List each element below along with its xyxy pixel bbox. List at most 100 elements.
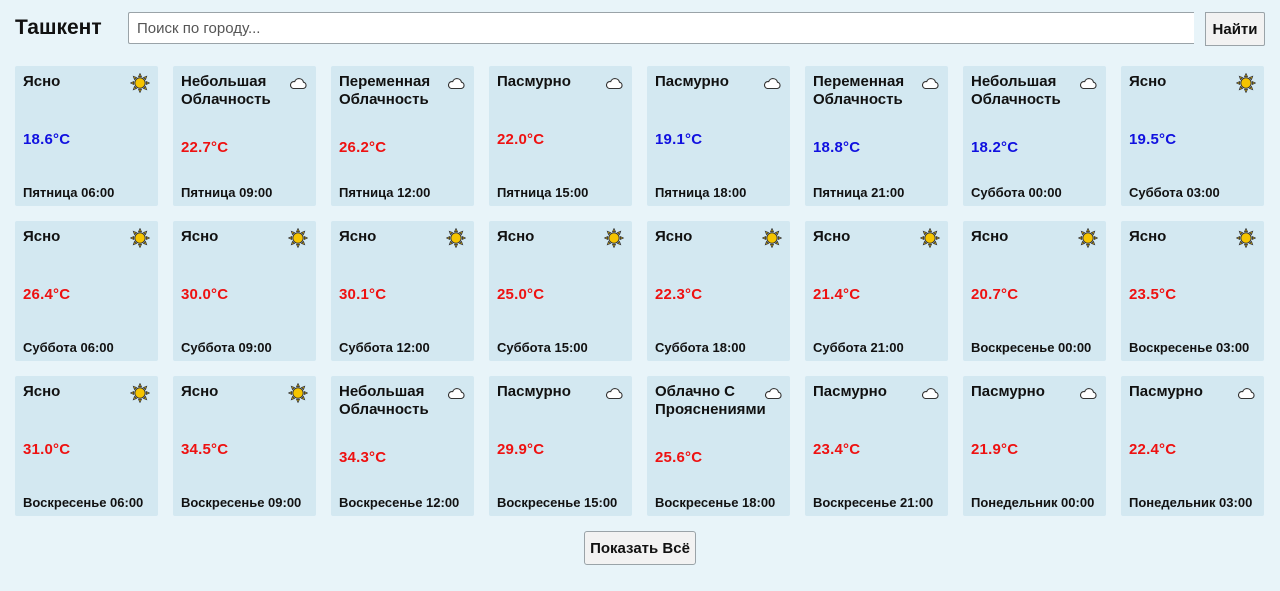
- temperature-value: 30.1°C: [339, 285, 387, 303]
- temperature-value: 19.5°C: [1129, 130, 1177, 148]
- forecast-datetime: Суббота 18:00: [655, 340, 746, 355]
- forecast-card: Пасмурно 22.0°C Пятница 15:00: [489, 66, 632, 206]
- forecast-card: Ясно 34.5°C Воскресенье 09:00: [173, 376, 316, 516]
- temperature-value: 22.3°C: [655, 285, 703, 303]
- forecast-datetime: Суббота 21:00: [813, 340, 904, 355]
- sun-icon: [604, 228, 624, 248]
- condition-label: Ясно: [181, 383, 219, 400]
- forecast-datetime: Воскресенье 06:00: [23, 495, 144, 510]
- condition-label: Пасмурно: [813, 383, 887, 400]
- forecast-datetime: Суббота 03:00: [1129, 185, 1220, 200]
- forecast-card: Ясно 19.5°C Суббота 03:00: [1121, 66, 1264, 206]
- condition-label: Пасмурно: [497, 383, 571, 400]
- forecast-datetime: Воскресенье 00:00: [971, 340, 1092, 355]
- forecast-datetime: Пятница 21:00: [813, 185, 905, 200]
- search-button[interactable]: Найти: [1205, 12, 1265, 46]
- sun-icon: [920, 228, 940, 248]
- cloud-icon: [763, 383, 783, 403]
- condition-label: Пасмурно: [1129, 383, 1203, 400]
- forecast-datetime: Пятница 12:00: [339, 185, 431, 200]
- temperature-value: 26.4°C: [23, 285, 71, 303]
- temperature-value: 22.7°C: [181, 138, 229, 156]
- temperature-value: 21.4°C: [813, 285, 861, 303]
- condition-label: Ясно: [1129, 228, 1167, 245]
- temperature-value: 23.4°C: [813, 440, 861, 458]
- condition-label: Ясно: [181, 228, 219, 245]
- condition-label: Ясно: [23, 383, 61, 400]
- cloud-icon: [762, 73, 782, 93]
- cloud-icon: [920, 73, 940, 93]
- condition-label: Ясно: [497, 228, 535, 245]
- condition-label: Ясно: [655, 228, 693, 245]
- forecast-card: Небольшая Облачность 34.3°C Воскресенье …: [331, 376, 474, 516]
- forecast-datetime: Воскресенье 18:00: [655, 495, 776, 510]
- forecast-datetime: Суббота 09:00: [181, 340, 272, 355]
- temperature-value: 22.0°C: [497, 130, 545, 148]
- cloud-icon: [1236, 383, 1256, 403]
- forecast-grid: Ясно 18.6°C Пятница 06:00 Небольшая Обла…: [15, 66, 1264, 516]
- condition-label: Переменная Облачность: [813, 73, 905, 108]
- header: Ташкент Найти: [0, 0, 1280, 60]
- forecast-card: Пасмурно 19.1°C Пятница 18:00: [647, 66, 790, 206]
- temperature-value: 19.1°C: [655, 130, 703, 148]
- forecast-card: Ясно 22.3°C Суббота 18:00: [647, 221, 790, 361]
- temperature-value: 26.2°C: [339, 138, 387, 156]
- condition-label: Ясно: [23, 73, 61, 90]
- forecast-card: Пасмурно 21.9°C Понедельник 00:00: [963, 376, 1106, 516]
- forecast-datetime: Пятница 18:00: [655, 185, 747, 200]
- forecast-card: Ясно 23.5°C Воскресенье 03:00: [1121, 221, 1264, 361]
- condition-label: Ясно: [813, 228, 851, 245]
- sun-icon: [130, 73, 150, 93]
- forecast-datetime: Понедельник 03:00: [1129, 495, 1253, 510]
- search-input[interactable]: [128, 12, 1194, 44]
- forecast-card: Ясно 26.4°C Суббота 06:00: [15, 221, 158, 361]
- temperature-value: 20.7°C: [971, 285, 1019, 303]
- temperature-value: 34.5°C: [181, 440, 229, 458]
- temperature-value: 18.2°C: [971, 138, 1019, 156]
- forecast-datetime: Воскресенье 12:00: [339, 495, 460, 510]
- temperature-value: 18.8°C: [813, 138, 861, 156]
- condition-label: Пасмурно: [497, 73, 571, 90]
- forecast-datetime: Пятница 06:00: [23, 185, 115, 200]
- temperature-value: 30.0°C: [181, 285, 229, 303]
- forecast-card: Небольшая Облачность 22.7°C Пятница 09:0…: [173, 66, 316, 206]
- sun-icon: [1236, 73, 1256, 93]
- temperature-value: 23.5°C: [1129, 285, 1177, 303]
- temperature-value: 31.0°C: [23, 440, 71, 458]
- forecast-datetime: Воскресенье 15:00: [497, 495, 618, 510]
- forecast-card: Ясно 18.6°C Пятница 06:00: [15, 66, 158, 206]
- forecast-card: Ясно 20.7°C Воскресенье 00:00: [963, 221, 1106, 361]
- temperature-value: 25.0°C: [497, 285, 545, 303]
- condition-label: Облачно С Прояснениями: [655, 383, 766, 418]
- forecast-datetime: Пятница 15:00: [497, 185, 589, 200]
- sun-icon: [130, 228, 150, 248]
- forecast-card: Небольшая Облачность 18.2°C Суббота 00:0…: [963, 66, 1106, 206]
- forecast-card: Пасмурно 22.4°C Понедельник 03:00: [1121, 376, 1264, 516]
- forecast-datetime: Суббота 06:00: [23, 340, 114, 355]
- show-all-button[interactable]: Показать Всё: [584, 531, 696, 565]
- forecast-datetime: Воскресенье 09:00: [181, 495, 302, 510]
- condition-label: Небольшая Облачность: [971, 73, 1061, 108]
- forecast-datetime: Понедельник 00:00: [971, 495, 1095, 510]
- forecast-card: Ясно 31.0°C Воскресенье 06:00: [15, 376, 158, 516]
- sun-icon: [1078, 228, 1098, 248]
- condition-label: Небольшая Облачность: [181, 73, 271, 108]
- forecast-datetime: Воскресенье 21:00: [813, 495, 934, 510]
- temperature-value: 18.6°C: [23, 130, 71, 148]
- sun-icon: [1236, 228, 1256, 248]
- condition-label: Переменная Облачность: [339, 73, 431, 108]
- city-title: Ташкент: [15, 16, 102, 39]
- condition-label: Небольшая Облачность: [339, 383, 429, 418]
- forecast-card: Пасмурно 23.4°C Воскресенье 21:00: [805, 376, 948, 516]
- forecast-card: Переменная Облачность 26.2°C Пятница 12:…: [331, 66, 474, 206]
- forecast-card: Облачно С Прояснениями 25.6°C Воскресень…: [647, 376, 790, 516]
- condition-label: Ясно: [23, 228, 61, 245]
- sun-icon: [288, 228, 308, 248]
- condition-label: Пасмурно: [655, 73, 729, 90]
- condition-label: Пасмурно: [971, 383, 1045, 400]
- sun-icon: [762, 228, 782, 248]
- cloud-icon: [920, 383, 940, 403]
- forecast-card: Ясно 30.0°C Суббота 09:00: [173, 221, 316, 361]
- forecast-datetime: Воскресенье 03:00: [1129, 340, 1250, 355]
- forecast-datetime: Суббота 00:00: [971, 185, 1062, 200]
